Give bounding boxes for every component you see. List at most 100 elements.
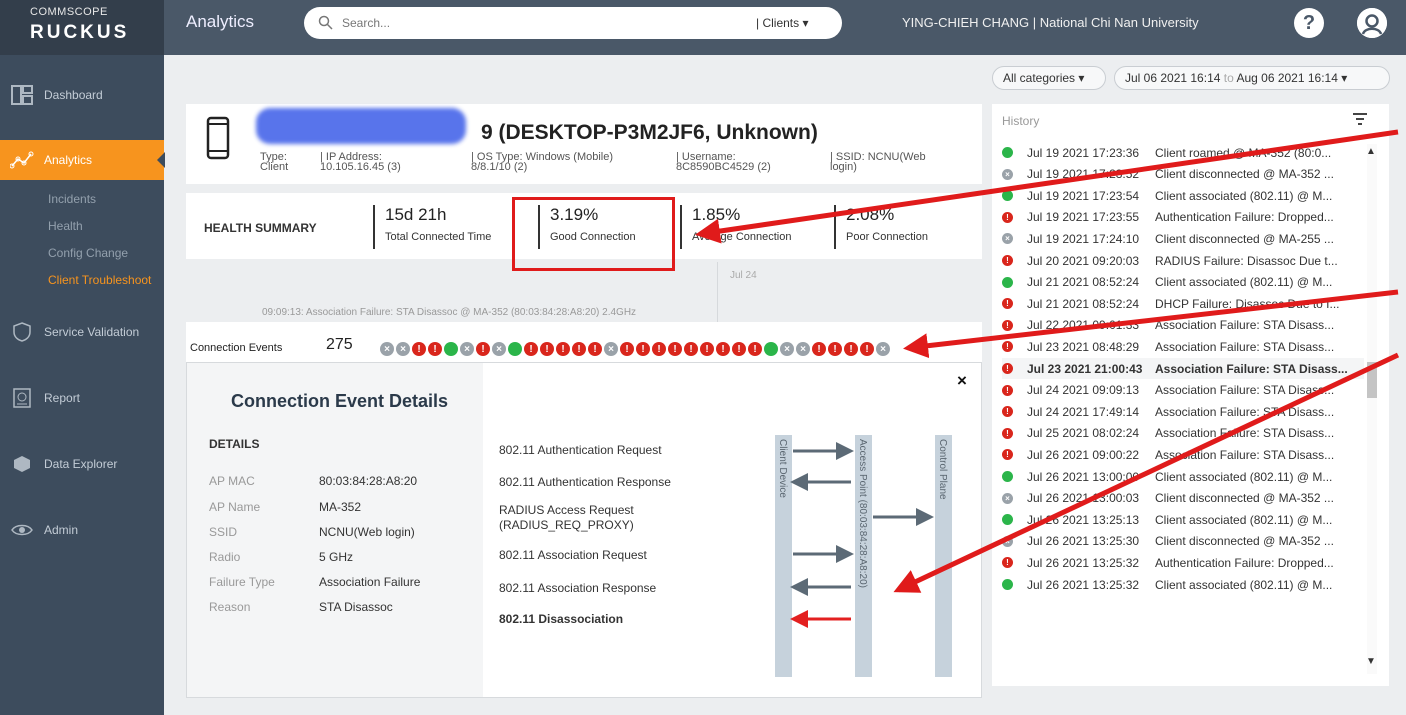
event-dot-failure[interactable]: ! (684, 342, 698, 356)
event-dot-failure[interactable]: ! (588, 342, 602, 356)
history-row[interactable]: ! Jul 24 2021 17:49:14 Association Failure… (1002, 401, 1364, 422)
scrollbar[interactable] (1367, 144, 1377, 674)
event-dot-disconnect[interactable]: × (460, 342, 474, 356)
event-dot-failure[interactable]: ! (636, 342, 650, 356)
scroll-down-icon[interactable]: ▼ (1366, 656, 1376, 667)
event-dots: × ×!! ×! ×!!!!! ×!!!!!!!!! × ×!!!! × (380, 342, 890, 358)
brand-logo[interactable]: COMMSCOPE RUCKUS (0, 0, 164, 55)
sidebar-item-dashboard[interactable]: Dashboard (0, 75, 164, 115)
event-dot-failure[interactable]: ! (556, 342, 570, 356)
event-dot-failure[interactable]: ! (748, 342, 762, 356)
event-dot-failure[interactable]: ! (572, 342, 586, 356)
history-row[interactable]: Jul 19 2021 17:23:36 Client roamed @ MA-3… (1002, 142, 1364, 163)
event-dot-failure[interactable]: ! (860, 342, 874, 356)
search-input[interactable]: Search... (342, 16, 390, 30)
user-info[interactable]: YING-CHIEH CHANG | National Chi Nan Univ… (902, 15, 1199, 30)
status-failure-icon: ! (1002, 384, 1013, 396)
history-row[interactable]: ! Jul 22 2021 09:01:33 Association Failure… (1002, 315, 1364, 336)
history-row[interactable]: ! Jul 23 2021 21:00:43 Association Failure… (1002, 358, 1364, 379)
event-dot-failure[interactable]: ! (732, 342, 746, 356)
sidebar-sub-config-change[interactable]: Config Change (48, 246, 128, 260)
close-button[interactable]: × (957, 371, 967, 391)
history-row[interactable]: ! Jul 19 2021 17:23:55 Authentication Fail… (1002, 207, 1364, 228)
detail-value: 5 GHz (319, 550, 354, 564)
history-row[interactable]: ! Jul 26 2021 09:00:22 Association Failure… (1002, 444, 1364, 465)
detail-value: MA-352 (319, 500, 362, 514)
history-row[interactable]: ! Jul 23 2021 08:48:29 Association Failure… (1002, 336, 1364, 357)
category-filter[interactable]: All categories ▾ (992, 66, 1106, 90)
client-ip: | IP Address: 10.105.16.45 (3) (320, 151, 401, 173)
history-row[interactable]: Jul 26 2021 13:25:13 Client associated (8… (1002, 509, 1364, 530)
status-success-icon (1002, 276, 1013, 288)
sidebar-sub-incidents[interactable]: Incidents (48, 192, 96, 206)
event-dot-disconnect[interactable]: × (492, 342, 506, 356)
event-dot-disconnect[interactable]: × (380, 342, 394, 356)
stat-poor-connection[interactable]: 2.08% Poor Connection (834, 205, 928, 249)
sidebar-item-analytics[interactable]: Analytics (0, 140, 165, 180)
event-dot-failure[interactable]: ! (652, 342, 666, 356)
help-button[interactable]: ? (1294, 8, 1324, 38)
sidebar-item-service-validation[interactable]: Service Validation (0, 312, 164, 352)
history-message: Client disconnected @ MA-352 ... (1155, 534, 1334, 549)
history-row[interactable]: ! Jul 20 2021 09:20:03 RADIUS Failure: Dis… (1002, 250, 1364, 271)
event-dot-failure[interactable]: ! (412, 342, 426, 356)
sidebar-sub-health[interactable]: Health (48, 219, 83, 233)
event-dot-failure[interactable]: ! (716, 342, 730, 356)
history-row[interactable]: × Jul 26 2021 13:00:03 Client disconnected… (1002, 488, 1364, 509)
event-dot-failure[interactable]: ! (620, 342, 634, 356)
event-dot-failure[interactable]: ! (844, 342, 858, 356)
history-time: Jul 26 2021 09:00:22 (1027, 447, 1140, 462)
history-row[interactable]: ! Jul 25 2021 08:02:24 Association Failure… (1002, 423, 1364, 444)
event-dot-failure[interactable]: ! (540, 342, 554, 356)
detail-key: SSID (209, 525, 238, 539)
search-scope-dropdown[interactable]: | Clients ▾ (756, 16, 809, 30)
sidebar-item-report[interactable]: Report (0, 378, 164, 418)
event-dot-failure[interactable]: ! (812, 342, 826, 356)
event-dot-success[interactable] (444, 342, 458, 356)
history-message: Association Failure: STA Disass... (1155, 318, 1335, 333)
sidebar-item-admin[interactable]: Admin (0, 510, 164, 550)
event-dot-disconnect[interactable]: × (780, 342, 794, 356)
history-row[interactable]: × Jul 19 2021 17:24:10 Client disconnected… (1002, 228, 1364, 249)
timeline-failure-note: 09:09:13: Association Failure: STA Disas… (262, 307, 637, 318)
event-dot-success[interactable] (764, 342, 778, 356)
date-range-filter[interactable]: Jul 06 2021 16:14 to Aug 06 2021 16:14 ▾ (1114, 66, 1390, 90)
history-row[interactable]: × Jul 19 2021 17:23:52 Client disconnected… (1002, 164, 1364, 185)
event-dot-disconnect[interactable]: × (796, 342, 810, 356)
top-bar: Analytics Search... | Clients ▾ YING-CHI… (164, 0, 1406, 55)
event-dot-disconnect[interactable]: × (876, 342, 890, 356)
scroll-up-icon[interactable]: ▲ (1366, 146, 1376, 157)
history-row[interactable]: × Jul 26 2021 13:25:30 Client disconnected… (1002, 531, 1364, 552)
event-dot-failure[interactable]: ! (668, 342, 682, 356)
search-bar[interactable]: Search... | Clients ▾ (304, 7, 842, 39)
search-icon (318, 15, 333, 33)
event-dot-failure[interactable]: ! (476, 342, 490, 356)
detail-key: AP Name (209, 500, 261, 514)
history-row[interactable]: Jul 26 2021 13:25:32 Client associated (8… (1002, 574, 1364, 595)
eye-icon (0, 523, 44, 537)
history-message: Association Failure: STA Disass... (1155, 404, 1335, 419)
event-dot-failure[interactable]: ! (828, 342, 842, 356)
status-failure-icon: ! (1002, 211, 1013, 223)
event-dot-success[interactable] (508, 342, 522, 356)
connection-event-details-panel: Connection Event Details DETAILS AP MAC … (186, 362, 982, 698)
status-failure-icon: ! (1002, 427, 1013, 439)
scrollbar-thumb[interactable] (1367, 362, 1377, 398)
filter-icon[interactable] (1352, 112, 1368, 126)
phone-icon (206, 116, 230, 160)
history-row[interactable]: Jul 26 2021 13:00:00 Client associated (8… (1002, 466, 1364, 487)
history-row[interactable]: Jul 21 2021 08:52:24 Client associated (8… (1002, 272, 1364, 293)
sidebar-item-data-explorer[interactable]: Data Explorer (0, 444, 164, 484)
sidebar-sub-client-troubleshoot[interactable]: Client Troubleshoot (48, 273, 151, 287)
history-row[interactable]: Jul 19 2021 17:23:54 Client associated (8… (1002, 185, 1364, 206)
event-dot-failure[interactable]: ! (428, 342, 442, 356)
history-row[interactable]: ! Jul 21 2021 08:52:24 DHCP Failure: Disas… (1002, 293, 1364, 314)
event-dot-failure[interactable]: ! (700, 342, 714, 356)
stat-average-connection[interactable]: 1.85% Average Connection (680, 205, 791, 249)
history-row[interactable]: ! Jul 26 2021 13:25:32 Authentication Fail… (1002, 552, 1364, 573)
event-dot-failure[interactable]: ! (524, 342, 538, 356)
avatar[interactable] (1357, 8, 1387, 38)
event-dot-disconnect[interactable]: × (396, 342, 410, 356)
event-dot-disconnect[interactable]: × (604, 342, 618, 356)
history-row[interactable]: ! Jul 24 2021 09:09:13 Association Failure… (1002, 380, 1364, 401)
